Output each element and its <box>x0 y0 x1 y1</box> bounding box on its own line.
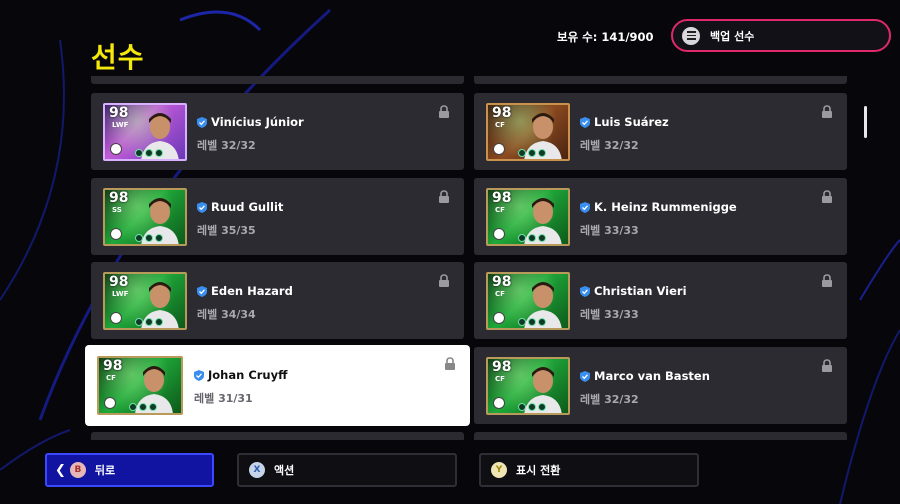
player-rating: 98 <box>492 105 512 121</box>
verified-shield-icon <box>194 369 204 381</box>
skill-icons <box>135 234 163 242</box>
skill-icons <box>518 234 546 242</box>
player-card[interactable]: 98 CF Johan Cruyff 레벨 31/31 <box>85 345 470 426</box>
lock-icon[interactable] <box>821 274 833 287</box>
back-label: 뒤로 <box>94 464 116 477</box>
player-card[interactable]: 98 CF Christian Vieri 레벨 33/33 <box>474 262 847 339</box>
player-card-image: 98 LWF <box>103 272 187 330</box>
club-crest-icon <box>493 228 505 240</box>
lock-icon[interactable] <box>821 359 833 372</box>
player-position: CF <box>495 375 505 383</box>
club-crest-icon <box>493 397 505 409</box>
lock-icon[interactable] <box>821 190 833 203</box>
verified-shield-icon <box>580 201 590 213</box>
player-name: Marco van Basten <box>594 369 710 383</box>
player-position: CF <box>495 206 505 214</box>
player-card-image: 98 LWF <box>103 103 187 161</box>
player-level: 레벨 33/33 <box>580 308 639 321</box>
player-level: 레벨 35/35 <box>197 224 256 237</box>
page-title: 선수 <box>91 41 145 74</box>
skill-icons <box>518 318 546 326</box>
player-position: CF <box>495 290 505 298</box>
player-level: 레벨 32/32 <box>580 139 639 152</box>
player-rating: 98 <box>109 105 129 121</box>
lock-icon[interactable] <box>444 357 456 370</box>
toggle-view-label: 표시 전환 <box>516 464 561 477</box>
skill-icons <box>518 149 546 157</box>
action-label: 액션 <box>274 464 295 477</box>
player-position: CF <box>495 121 505 129</box>
player-card-image: 98 SS <box>103 188 187 246</box>
verified-shield-icon <box>197 116 207 128</box>
player-rating: 98 <box>492 359 512 375</box>
player-level: 레벨 34/34 <box>197 308 256 321</box>
player-level: 레벨 31/31 <box>194 392 253 405</box>
player-level: 레벨 32/32 <box>197 139 256 152</box>
player-card[interactable]: 98 CF K. Heinz Rummenigge 레벨 33/33 <box>474 178 847 255</box>
back-button[interactable]: ❮ B 뒤로 <box>45 453 214 487</box>
player-card-image: 98 CF <box>97 356 183 415</box>
player-card-image: 98 CF <box>486 357 570 415</box>
player-name: Vinícius Júnior <box>211 115 304 129</box>
player-card[interactable]: 98 LWF Eden Hazard 레벨 34/34 <box>91 262 464 339</box>
player-name: Eden Hazard <box>211 284 293 298</box>
toggle-view-button[interactable]: Y 표시 전환 <box>479 453 699 487</box>
scrollbar[interactable] <box>864 106 867 138</box>
player-rating: 98 <box>103 358 123 374</box>
player-name: Johan Cruyff <box>208 368 288 382</box>
verified-shield-icon <box>580 116 590 128</box>
club-crest-icon <box>110 228 122 240</box>
backup-players-button[interactable]: 백업 선수 <box>671 19 891 52</box>
b-button-icon: B <box>69 462 86 478</box>
player-position: CF <box>106 374 116 382</box>
player-card[interactable]: 98 CF Marco van Basten 레벨 32/32 <box>474 347 847 424</box>
club-crest-icon <box>110 143 122 155</box>
club-crest-icon <box>493 143 505 155</box>
x-button-icon: X <box>249 462 265 478</box>
player-name: Luis Suárez <box>594 115 669 129</box>
club-crest-icon <box>104 397 116 409</box>
lock-icon[interactable] <box>438 274 450 287</box>
player-rating: 98 <box>492 274 512 290</box>
player-card[interactable]: 98 CF Luis Suárez 레벨 32/32 <box>474 93 847 170</box>
lock-icon[interactable] <box>821 105 833 118</box>
player-position: LWF <box>112 290 129 298</box>
lock-icon[interactable] <box>438 190 450 203</box>
player-name: Ruud Gullit <box>211 200 284 214</box>
player-card-image: 98 CF <box>486 103 570 161</box>
menu-icon <box>682 26 700 45</box>
player-rating: 98 <box>109 274 129 290</box>
skill-icons <box>135 149 163 157</box>
player-card-image: 98 CF <box>486 188 570 246</box>
player-level: 레벨 33/33 <box>580 224 639 237</box>
lock-icon[interactable] <box>438 105 450 118</box>
skill-icons <box>518 403 546 411</box>
verified-shield-icon <box>197 285 207 297</box>
player-position: LWF <box>112 121 129 129</box>
player-card[interactable]: 98 SS Ruud Gullit 레벨 35/35 <box>91 178 464 255</box>
player-rating: 98 <box>492 190 512 206</box>
player-name: K. Heinz Rummenigge <box>594 200 737 214</box>
player-card-image: 98 CF <box>486 272 570 330</box>
owned-count: 보유 수: 141/900 <box>557 30 654 44</box>
verified-shield-icon <box>580 370 590 382</box>
club-crest-icon <box>110 312 122 324</box>
skill-icons <box>129 403 157 411</box>
player-level: 레벨 32/32 <box>580 393 639 406</box>
player-rating: 98 <box>109 190 129 206</box>
backup-players-label: 백업 선수 <box>710 29 755 43</box>
skill-icons <box>135 318 163 326</box>
verified-shield-icon <box>580 285 590 297</box>
club-crest-icon <box>493 312 505 324</box>
action-button[interactable]: X 액션 <box>237 453 457 487</box>
verified-shield-icon <box>197 201 207 213</box>
player-name: Christian Vieri <box>594 284 687 298</box>
y-button-icon: Y <box>491 462 507 478</box>
chevron-left-icon: ❮ <box>55 462 66 478</box>
player-card[interactable]: 98 LWF Vinícius Júnior 레벨 32/32 <box>91 93 464 170</box>
player-position: SS <box>112 206 122 214</box>
